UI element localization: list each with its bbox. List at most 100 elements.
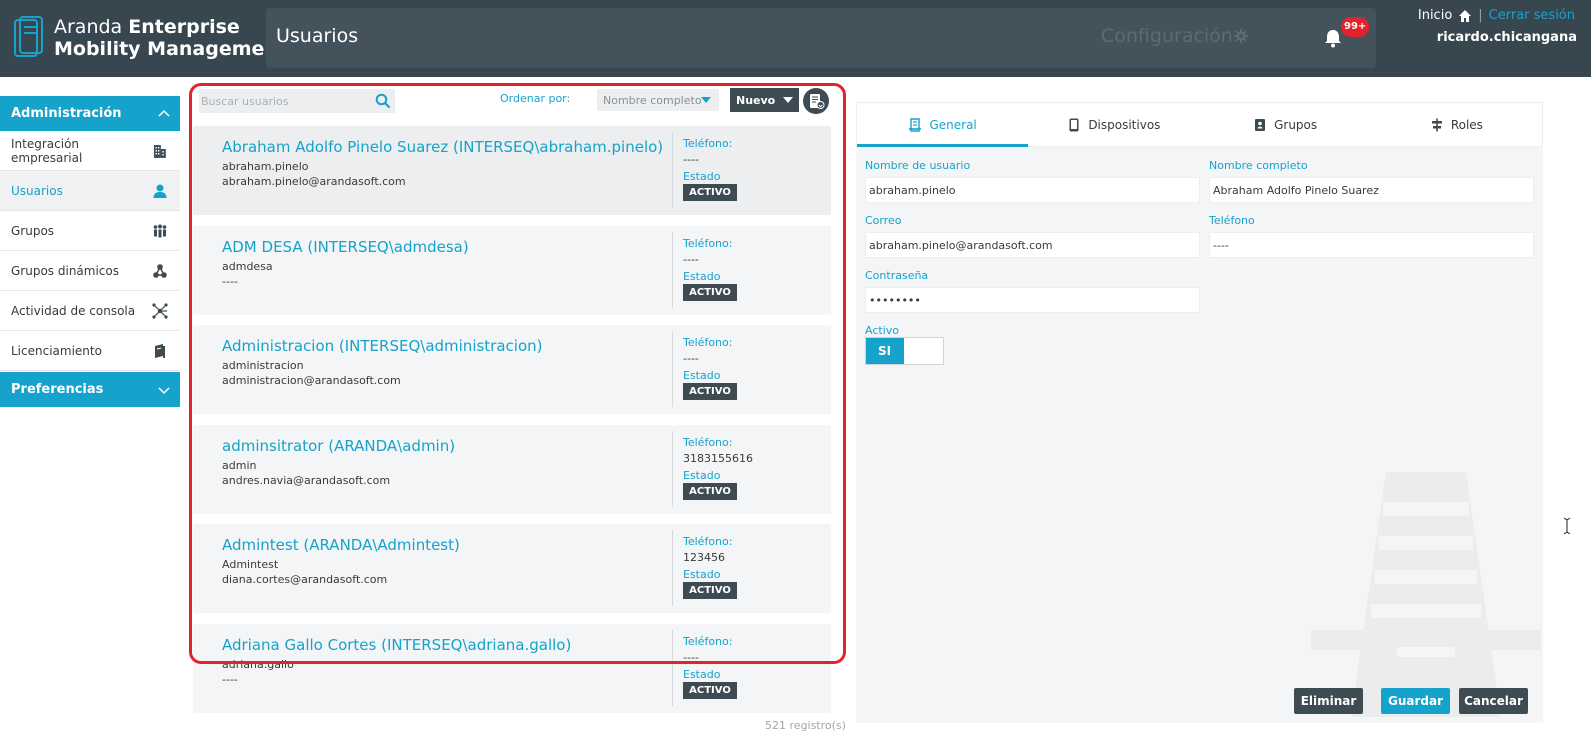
state-label: Estado (683, 369, 721, 383)
group-book-icon (1255, 118, 1266, 131)
export-document-icon (810, 94, 825, 109)
chevron-up-icon (158, 109, 170, 117)
sidebar: Administración Integración empresarial U… (0, 96, 180, 407)
brand-line1-light: Aranda (54, 16, 129, 38)
user-login: administracion (222, 359, 304, 373)
user-list-item[interactable]: adminsitrator (ARANDA\admin) admin andre… (193, 424, 831, 514)
active-toggle[interactable]: SI (865, 337, 944, 365)
order-by-label: Ordenar por: (500, 92, 571, 105)
notifications-badge[interactable]: 99+ (1341, 17, 1370, 37)
user-phone: ---- (683, 153, 699, 166)
status-badge: ACTIVO (683, 184, 737, 201)
password-field[interactable] (865, 287, 1200, 313)
search-icon[interactable] (375, 93, 391, 109)
order-by-value: Nombre completo (603, 93, 702, 107)
home-icon[interactable] (1458, 9, 1472, 23)
sidebar-item-label: Actividad de consola (11, 303, 136, 318)
user-login: abraham.pinelo (222, 160, 309, 173)
title-bar: Usuarios Configuración 99+ (266, 8, 1376, 68)
user-list-item[interactable]: Adriana Gallo Cortes (INTERSEQ\adriana.g… (193, 623, 831, 713)
user-email: diana.cortes@arandasoft.com (222, 573, 388, 587)
book-icon (155, 343, 165, 358)
user-email: ---- (222, 672, 238, 686)
email-field[interactable] (865, 232, 1200, 258)
sidebar-item-usuarios[interactable]: Usuarios (0, 171, 180, 211)
tab-general[interactable]: General (857, 103, 1029, 147)
gear-icon[interactable] (1234, 29, 1248, 43)
user-phone: 123456 (683, 551, 725, 565)
building-icon (154, 144, 167, 158)
new-button[interactable]: Nuevo (730, 88, 799, 112)
delete-button[interactable]: Eliminar (1294, 688, 1363, 714)
user-list: Abraham Adolfo Pinelo Suarez (INTERSEQ\a… (193, 126, 831, 715)
sidebar-item-grupos[interactable]: Grupos (0, 211, 180, 251)
sidebar-preferences-header[interactable]: Preferencias (0, 372, 180, 407)
sidebar-admin-label: Administración (11, 106, 122, 121)
sidebar-item-label: Grupos (11, 223, 55, 238)
logout-link[interactable]: Cerrar sesión (1489, 8, 1575, 23)
brand-line2: Mobility Management (54, 38, 288, 60)
sidebar-admin-header[interactable]: Administración (0, 96, 180, 131)
user-email: ---- (222, 274, 238, 288)
password-label: Contraseña (865, 269, 929, 282)
home-link[interactable]: Inicio (1418, 8, 1452, 23)
chevron-down-icon (158, 386, 170, 394)
export-button[interactable] (803, 88, 829, 114)
order-by-select[interactable]: Nombre completo (597, 89, 719, 111)
user-phone: ---- (683, 252, 699, 266)
card-divider (672, 331, 673, 408)
brand-logo[interactable]: Aranda Enterprise Mobility Management (12, 15, 287, 61)
user-name[interactable]: Abraham Adolfo Pinelo Suarez (INTERSEQ\a… (222, 138, 663, 156)
user-name[interactable]: adminsitrator (ARANDA\admin) (222, 437, 455, 455)
caret-down-icon (701, 97, 711, 103)
dynamic-groups-icon (153, 263, 167, 278)
phone-label: Teléfono: (683, 137, 733, 150)
user-name[interactable]: Admintest (ARANDA\Admintest) (222, 536, 460, 554)
brand-logo-icon (14, 16, 43, 57)
new-button-label: Nuevo (736, 93, 776, 107)
group-icon (153, 224, 167, 237)
username-label: Nombre de usuario (865, 159, 971, 172)
user-list-item[interactable]: Administracion (INTERSEQ\administracion)… (193, 325, 831, 415)
user-icon (153, 184, 167, 198)
card-divider (672, 530, 673, 607)
card-divider (672, 430, 673, 507)
save-button[interactable]: Guardar (1381, 688, 1450, 714)
user-detail-panel: General Dispositivos Grupos Roles Nombre… (856, 102, 1543, 723)
sidebar-item-grupos-dinamicos[interactable]: Grupos dinámicos (0, 251, 180, 291)
phone-label: Teléfono: (683, 634, 733, 648)
user-list-item[interactable]: ADM DESA (INTERSEQ\admdesa) admdesa ----… (193, 225, 831, 315)
cancel-button[interactable]: Cancelar (1459, 688, 1528, 714)
user-name[interactable]: Administracion (INTERSEQ\administracion) (222, 337, 543, 355)
status-badge: ACTIVO (683, 283, 737, 301)
active-label: Activo (865, 324, 899, 337)
tab-roles[interactable]: Roles (1371, 103, 1542, 146)
card-divider (672, 231, 673, 308)
fullname-field[interactable] (1209, 177, 1534, 203)
phone-label: Teléfono (1209, 214, 1255, 227)
user-name[interactable]: Adriana Gallo Cortes (INTERSEQ\adriana.g… (222, 636, 571, 654)
tab-grupos[interactable]: Grupos (1200, 103, 1371, 146)
user-email: andres.navia@arandasoft.com (222, 473, 391, 487)
phone-label: Teléfono: (683, 435, 733, 449)
sidebar-item-licenciamiento[interactable]: Licenciamiento (0, 331, 180, 371)
sidebar-item-integracion[interactable]: Integración empresarial (0, 131, 180, 171)
username-field[interactable] (865, 177, 1200, 203)
config-link[interactable]: Configuración (1101, 25, 1233, 47)
state-label: Estado (683, 269, 721, 283)
user-login: Admintest (222, 558, 279, 572)
user-login: admin (222, 458, 257, 472)
tab-dispositivos[interactable]: Dispositivos (1028, 103, 1199, 146)
user-name[interactable]: ADM DESA (INTERSEQ\admdesa) (222, 238, 469, 256)
sidebar-item-actividad-consola[interactable]: Actividad de consola (0, 291, 180, 331)
search-input[interactable] (199, 94, 369, 108)
card-divider (672, 629, 673, 706)
phone-field[interactable] (1209, 232, 1534, 258)
network-icon (152, 302, 168, 319)
user-list-item[interactable]: Abraham Adolfo Pinelo Suarez (INTERSEQ\a… (193, 126, 831, 215)
phone-label: Teléfono: (683, 336, 733, 350)
phone-label: Teléfono: (683, 535, 733, 549)
watermark-logo-icon (1311, 472, 1541, 717)
user-list-item[interactable]: Admintest (ARANDA\Admintest) Admintest d… (193, 524, 831, 614)
text-cursor-icon (1563, 517, 1571, 535)
